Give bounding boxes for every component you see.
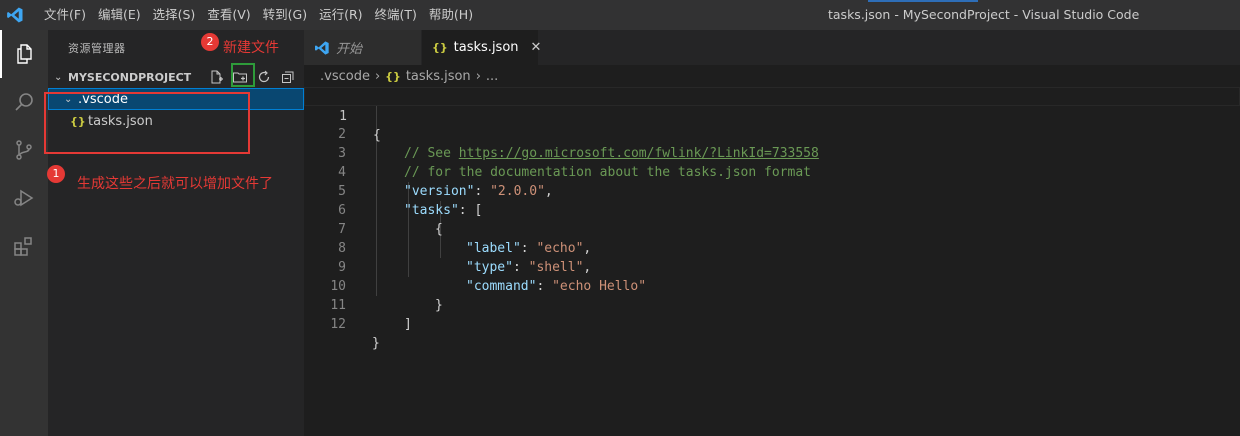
breadcrumb: .vscode › {} tasks.json › ... [304,65,1240,87]
menu-go[interactable]: 转到(G) [257,0,313,30]
tab-tasks-json[interactable]: {} tasks.json ✕ [422,30,541,65]
project-section-header[interactable]: ⌄ MYSECONDPROJECT [48,66,304,88]
menu-selection[interactable]: 选择(S) [147,0,202,30]
token: ] [404,317,412,332]
code-editor[interactable]: 1 { 2 // See https://go.microsoft.com/fw… [304,87,1240,436]
chevron-right-icon: › [475,68,481,84]
tab-label: 开始 [336,42,363,57]
vscode-logo-icon [315,40,329,55]
code-line: 7 "label": "echo", [304,201,1240,256]
code-line: 2 // See https://go.microsoft.com/fwlink… [304,106,1240,161]
annotation-badge-2: 2 [201,33,219,51]
code-line: 1 { [304,87,1240,143]
code-line: 9 "command": "echo Hello" [304,239,1240,294]
annotation-new-folder-box [231,63,255,87]
menu-terminal[interactable]: 终端(T) [369,0,423,30]
line-number: 12 [330,317,346,332]
code-line: 11 ] [304,277,1240,332]
menu-file[interactable]: 文件(F) [38,0,92,30]
source-control-icon[interactable] [0,126,48,174]
breadcrumb-folder[interactable]: .vscode [320,69,370,84]
annotation-badge-1: 1 [47,165,65,183]
token: } [372,336,380,351]
sidebar-title: 资源管理器 [68,42,126,55]
new-file-icon[interactable] [206,67,226,87]
line-content: ] [404,315,412,334]
editor-tab-bar: 开始 {} tasks.json ✕ [304,30,1240,65]
activity-bar [0,30,48,436]
menu-help[interactable]: 帮助(H) [423,0,479,30]
code-line: 5 "tasks": [ [304,163,1240,218]
window-title: tasks.json - MySecondProject - Visual St… [828,7,1140,22]
collapse-all-icon[interactable] [278,67,298,87]
annotation-text-1: 生成这些之后就可以增加文件了 [77,176,273,192]
explorer-sidebar: 资源管理器 ⌄ MYSECONDPROJECT ⌄ .vscode {} tas… [48,30,304,436]
chevron-right-icon: › [374,68,381,84]
chevron-down-icon: ⌄ [54,71,63,83]
code-line: 12 } [304,296,1240,351]
explorer-icon[interactable] [0,30,48,78]
annotation-highlight-box [44,92,250,154]
vscode-logo-icon [0,0,30,30]
menu-run[interactable]: 运行(R) [313,0,368,30]
code-line: 8 "type": "shell", [304,220,1240,275]
refresh-icon[interactable] [254,67,274,87]
code-line: 10 } [304,258,1240,313]
tab-label: tasks.json [453,40,519,55]
annotation-text-2: 新建文件 [223,40,279,56]
line-content: } [372,334,380,353]
close-icon[interactable]: ✕ [531,40,542,55]
search-icon[interactable] [0,78,48,126]
code-line: 4 "version": "2.0.0", [304,144,1240,199]
json-file-icon: {} [432,41,448,54]
code-line: 6 { [304,182,1240,237]
tab-welcome[interactable]: 开始 [304,30,422,65]
menu-view[interactable]: 查看(V) [201,0,256,30]
menu-bar: 文件(F) 编辑(E) 选择(S) 查看(V) 转到(G) 运行(R) 终端(T… [38,0,479,30]
code-line: 3 // for the documentation about the tas… [304,125,1240,180]
menu-edit[interactable]: 编辑(E) [92,0,147,30]
json-file-icon: {} [385,69,401,83]
run-debug-icon[interactable] [0,174,48,222]
project-name: MYSECONDPROJECT [68,70,192,84]
breadcrumb-more[interactable]: ... [486,69,498,84]
title-bar: 文件(F) 编辑(E) 选择(S) 查看(V) 转到(G) 运行(R) 终端(T… [0,0,1240,30]
breadcrumb-file[interactable]: tasks.json [406,69,471,84]
extensions-icon[interactable] [0,222,48,270]
